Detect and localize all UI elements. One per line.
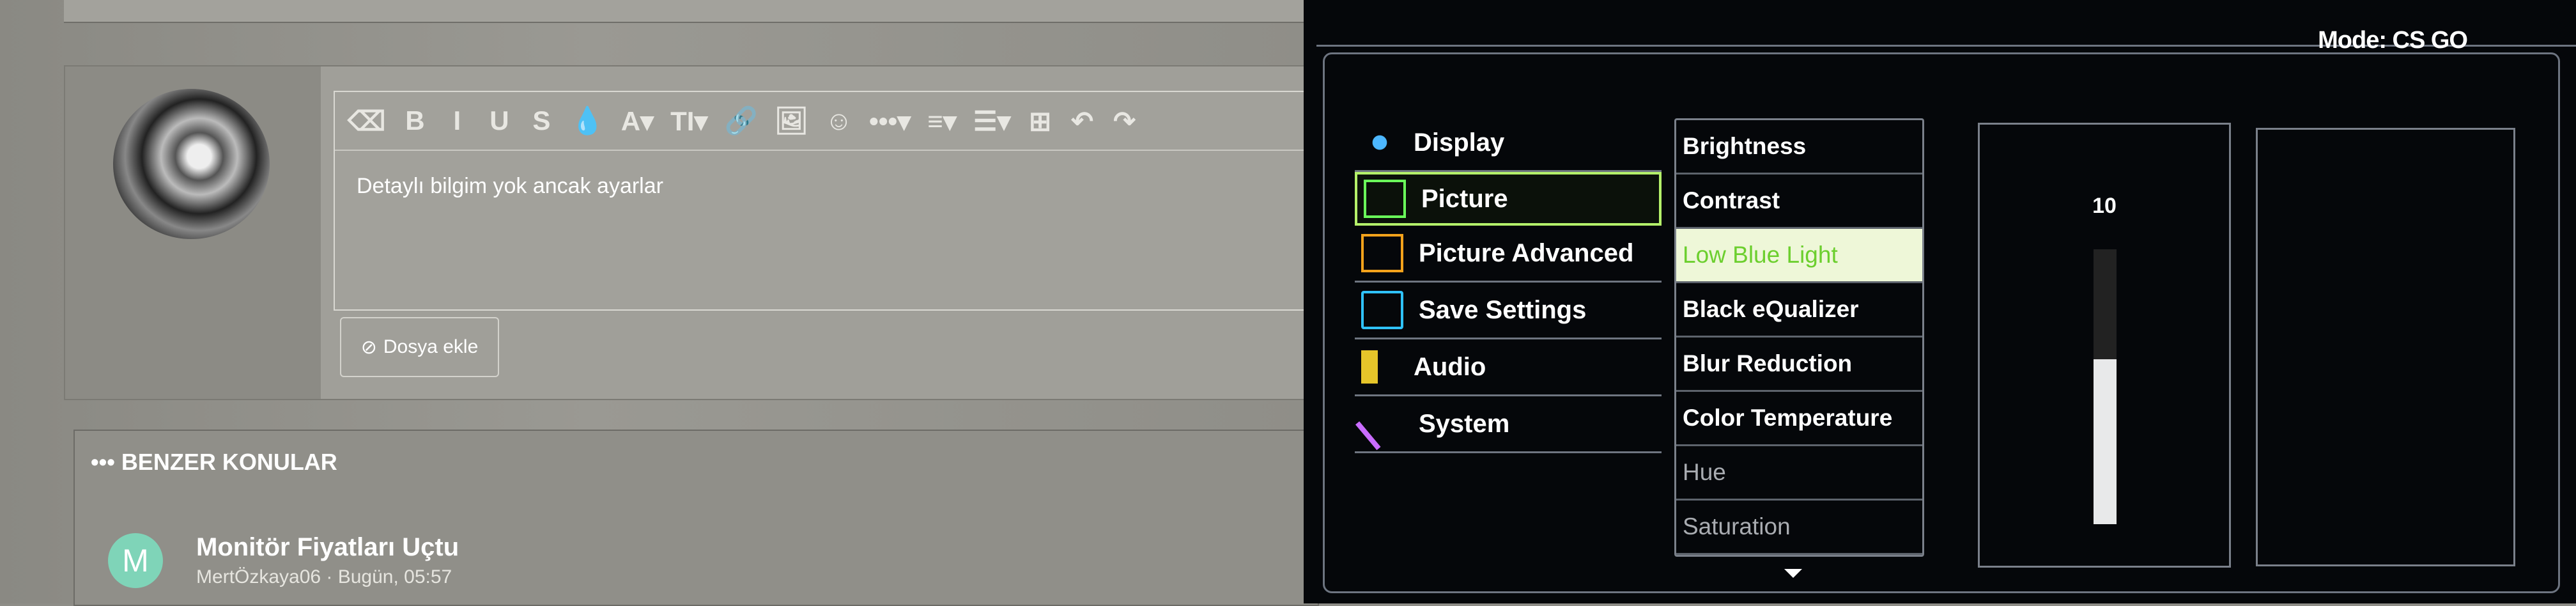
submenu-item-saturation[interactable]: Saturation [1676, 501, 1922, 555]
toolbar-button[interactable]: •••▾ [869, 105, 911, 137]
paperclip-icon: ⊘ [360, 336, 377, 358]
menu-item-picture-advanced[interactable]: Picture Advanced [1355, 226, 1662, 283]
menu-item-save-settings[interactable]: Save Settings [1355, 283, 1662, 339]
osd-main-menu: Display Picture Picture Advanced Save Se… [1355, 115, 1662, 453]
submenu-item-brightness[interactable]: Brightness [1676, 120, 1922, 175]
picture-advanced-icon [1361, 234, 1403, 272]
submenu-item-contrast[interactable]: Contrast [1676, 175, 1922, 229]
submenu-item-color-temperature[interactable]: Color Temperature [1676, 392, 1922, 446]
value-slider-fill [2094, 359, 2117, 524]
thread-author-avatar[interactable]: M [108, 533, 163, 588]
submenu-item-black-equalizer[interactable]: Black eQualizer [1676, 283, 1922, 338]
toolbar-button[interactable]: ≡▾ [927, 105, 957, 137]
picture-icon [1364, 180, 1406, 218]
thread-title-link[interactable]: Monitör Fiyatları Uçtu [196, 533, 459, 562]
toolbar-button[interactable]: ↶ [1070, 105, 1095, 137]
value-slider[interactable] [2094, 249, 2117, 524]
menu-item-label: System [1419, 409, 1510, 438]
speaker-icon [1361, 350, 1398, 384]
toolbar-button[interactable]: I [444, 105, 470, 136]
menu-item-label: Picture Advanced [1419, 238, 1634, 267]
submenu-item-low-blue-light[interactable]: Low Blue Light [1676, 229, 1922, 283]
toolbar-button[interactable]: ⌫ [348, 105, 385, 137]
toolbar-button[interactable]: ☰▾ [973, 105, 1011, 137]
similar-threads-title: ••• BENZER KONULAR [91, 449, 337, 475]
mode-indicator: Mode: CS GO [2318, 27, 2468, 54]
similar-threads-card: ••• BENZER KONULAR M Monitör Fiyatları U… [73, 430, 1319, 606]
attach-file-label: Dosya ekle [383, 336, 479, 357]
submenu-item-hue[interactable]: Hue [1676, 446, 1922, 501]
menu-item-label: Save Settings [1419, 295, 1587, 324]
toolbar-button[interactable]: ⊞ [1028, 105, 1053, 137]
forum-background: ⌫ B I U S 💧 A▾ TI▾ 🔗 🖼 ☺ •••▾ ≡▾ ☰▾ ⊞ ↶ … [0, 0, 1320, 606]
picture-submenu: Brightness Contrast Low Blue Light Black… [1674, 118, 1924, 557]
toolbar-button[interactable]: ↷ [1112, 105, 1138, 137]
toolbar-button[interactable]: ☺ [825, 105, 852, 136]
empty-panel [2256, 128, 2515, 566]
toolbar-button[interactable]: 🖼 [775, 105, 808, 137]
toolbar-button[interactable]: S [528, 105, 554, 136]
osd-header: Mode: CS GO [1316, 0, 2576, 54]
scroll-down-icon[interactable] [1784, 569, 1802, 578]
toolbar-button[interactable]: A▾ [621, 105, 654, 137]
editor-content[interactable]: Detaylı bilgim yok ancak ayarlar [357, 174, 663, 199]
save-settings-icon [1361, 291, 1403, 329]
submenu-item-blur-reduction[interactable]: Blur Reduction [1676, 338, 1922, 392]
toolbar-button[interactable]: 💧 [571, 105, 604, 137]
menu-item-audio[interactable]: Audio [1355, 339, 1662, 396]
menu-item-display[interactable]: Display [1355, 115, 1662, 172]
menu-item-picture[interactable]: Picture [1355, 172, 1662, 226]
menu-item-label: Display [1414, 128, 1505, 157]
reply-sidebar [65, 66, 321, 399]
wrench-icon [1355, 397, 1409, 451]
editor-toolbar: ⌫ B I U S 💧 A▾ TI▾ 🔗 🖼 ☺ •••▾ ≡▾ ☰▾ ⊞ ↶ … [335, 92, 1319, 151]
menu-item-system[interactable]: System [1355, 396, 1662, 453]
display-icon [1361, 126, 1398, 159]
value-panel: 10 [1978, 123, 2231, 568]
thread-meta: MertÖzkaya06 · Bugün, 05:57 [196, 566, 452, 587]
toolbar-button[interactable]: B [402, 105, 428, 136]
reply-card: ⌫ B I U S 💧 A▾ TI▾ 🔗 🖼 ☺ •••▾ ≡▾ ☰▾ ⊞ ↶ … [64, 65, 1320, 400]
toolbar-button[interactable]: 🔗 [725, 105, 758, 137]
user-avatar [113, 89, 270, 239]
value-label: 10 [2092, 194, 2117, 218]
menu-item-label: Audio [1414, 352, 1486, 381]
attach-file-button[interactable]: ⊘ Dosya ekle [340, 317, 499, 377]
toolbar-button[interactable]: U [486, 105, 512, 136]
menu-item-label: Picture [1421, 184, 1508, 213]
toolbar-button[interactable]: TI▾ [670, 105, 707, 137]
previous-post-card [64, 0, 1316, 23]
reply-editor[interactable]: ⌫ B I U S 💧 A▾ TI▾ 🔗 🖼 ☺ •••▾ ≡▾ ☰▾ ⊞ ↶ … [334, 91, 1320, 311]
monitor-osd: Mode: CS GO Display Picture Picture Adva… [1304, 0, 2576, 603]
